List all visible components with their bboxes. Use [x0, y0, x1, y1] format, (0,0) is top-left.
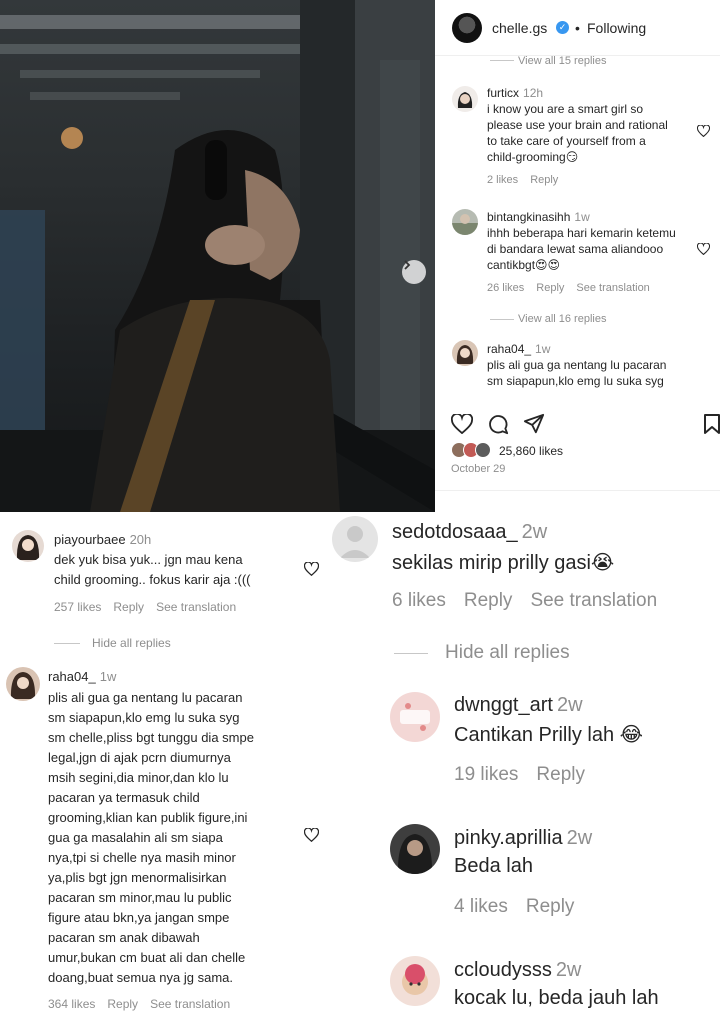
- comment-text: dek yuk bisa yuk... jgn mau kena child gr…: [54, 552, 251, 587]
- comment-icon[interactable]: [487, 413, 509, 435]
- comment-username[interactable]: piayourbaee 20h: [54, 532, 151, 547]
- reply-button[interactable]: Reply: [536, 282, 564, 294]
- post-likes-count[interactable]: 25,860 likes: [499, 444, 563, 458]
- comment-username[interactable]: pinky.aprillia 2w: [454, 827, 592, 850]
- view-replies-button[interactable]: View all 16 replies: [518, 313, 606, 325]
- post-photo: [0, 0, 435, 512]
- heart-icon[interactable]: [451, 414, 473, 434]
- author-username[interactable]: chelle.gs: [492, 20, 547, 36]
- comment-text: Cantikan Prilly lah 😂: [454, 724, 643, 746]
- liker-avatar: [475, 442, 491, 458]
- comment-likes[interactable]: 6 likes: [392, 590, 446, 611]
- comment-likes[interactable]: 19 likes: [454, 764, 518, 785]
- reply-button[interactable]: Reply: [526, 896, 575, 917]
- see-translation-button[interactable]: See translation: [576, 282, 649, 294]
- view-replies-button[interactable]: View all 15 replies: [518, 55, 606, 67]
- comment-username[interactable]: dwnggt_art 2w: [454, 694, 583, 717]
- chevron-right-icon: [404, 260, 411, 270]
- comment-likes[interactable]: 364 likes: [48, 997, 95, 1011]
- comment-meta: 6 likes Reply See translation: [392, 590, 657, 612]
- post-date: October 29: [451, 463, 506, 475]
- comment-meta: 26 likes Reply See translation: [487, 282, 662, 294]
- commenter-avatar[interactable]: [12, 530, 44, 562]
- see-translation-button[interactable]: See translation: [530, 590, 657, 611]
- share-icon[interactable]: [523, 413, 545, 435]
- comment-username[interactable]: raha04_ 1w: [487, 342, 550, 356]
- commenter-avatar[interactable]: [452, 86, 478, 112]
- comment-meta: 364 likes Reply See translation: [48, 997, 242, 1011]
- reply-line: [54, 643, 80, 644]
- hide-replies-button[interactable]: Hide all replies: [92, 636, 171, 650]
- reply-line: [490, 319, 514, 320]
- post-header: chelle.gs ✓ • Following: [435, 0, 720, 56]
- comment-likes[interactable]: 257 likes: [54, 600, 101, 614]
- comment-text: sekilas mirip prilly gasi😭: [392, 552, 615, 574]
- reply-line: [490, 60, 514, 61]
- reply-line: [394, 653, 428, 654]
- comments-screenshot-right: sedotdosaaa_ 2w sekilas mirip prilly gasi…: [330, 512, 720, 1028]
- post-photo-scene: [0, 0, 435, 512]
- commenter-avatar[interactable]: [6, 667, 40, 701]
- post-action-bar: [435, 410, 720, 440]
- heart-icon[interactable]: [304, 828, 319, 842]
- commenter-avatar[interactable]: [390, 956, 440, 1006]
- reply-button[interactable]: Reply: [113, 600, 144, 614]
- comment-meta: 19 likes Reply: [454, 764, 585, 786]
- divider: [435, 490, 720, 491]
- comment-username[interactable]: furticx 12h: [487, 86, 543, 100]
- comment-username[interactable]: raha04_ 1w: [48, 669, 116, 684]
- heart-icon[interactable]: [304, 562, 319, 576]
- post-side-panel: chelle.gs ✓ • Following View all 15 repl…: [435, 0, 720, 512]
- separator-dot: •: [575, 20, 580, 36]
- comment-likes[interactable]: 2 likes: [487, 174, 518, 186]
- comment-text: Beda lah: [454, 855, 533, 877]
- comment-username[interactable]: sedotdosaaa_ 2w: [392, 521, 547, 544]
- comment-text: plis ali gua ga nentang lu pacaran sm sia…: [48, 690, 254, 985]
- reply-button[interactable]: Reply: [107, 997, 138, 1011]
- comment-meta: 4 likes Reply: [454, 896, 574, 918]
- hide-replies-button[interactable]: Hide all replies: [445, 642, 570, 664]
- heart-icon[interactable]: [697, 243, 710, 255]
- author-avatar[interactable]: [452, 13, 482, 43]
- reply-button[interactable]: Reply: [530, 174, 558, 186]
- commenter-avatar[interactable]: [390, 692, 440, 742]
- commenter-avatar[interactable]: [452, 340, 478, 366]
- comment-likes[interactable]: 26 likes: [487, 282, 524, 294]
- comment-username[interactable]: ccloudysss 2w: [454, 959, 581, 982]
- comment-text: i know you are a smart girl so please use…: [487, 102, 668, 164]
- see-translation-button[interactable]: See translation: [156, 600, 236, 614]
- comment-username[interactable]: bintangkinasihh 1w: [487, 210, 590, 224]
- reply-button[interactable]: Reply: [464, 590, 513, 611]
- verified-icon: ✓: [556, 21, 569, 34]
- commenter-avatar[interactable]: [452, 209, 478, 235]
- comments-screenshot-left: piayourbaee 20h dek yuk bisa yuk... jgn m…: [0, 512, 330, 1028]
- next-photo-button[interactable]: [402, 260, 426, 284]
- comment-meta: 2 likes Reply: [487, 174, 570, 186]
- comment-text: plis ali gua ga nentang lu pacaran sm sia…: [487, 358, 667, 388]
- commenter-avatar[interactable]: [332, 516, 378, 562]
- see-translation-button[interactable]: See translation: [150, 997, 230, 1011]
- commenter-avatar[interactable]: [390, 824, 440, 874]
- heart-icon[interactable]: [697, 125, 710, 137]
- reply-button[interactable]: Reply: [536, 764, 585, 785]
- comment-text: kocak lu, beda jauh lah: [454, 987, 659, 1009]
- bookmark-icon[interactable]: [703, 413, 720, 435]
- comment-likes[interactable]: 4 likes: [454, 896, 508, 917]
- following-button[interactable]: Following: [587, 20, 646, 36]
- comment-text: ihhh beberapa hari kemarin ketemu di band…: [487, 226, 676, 272]
- comment-meta: 257 likes Reply See translation: [54, 600, 248, 614]
